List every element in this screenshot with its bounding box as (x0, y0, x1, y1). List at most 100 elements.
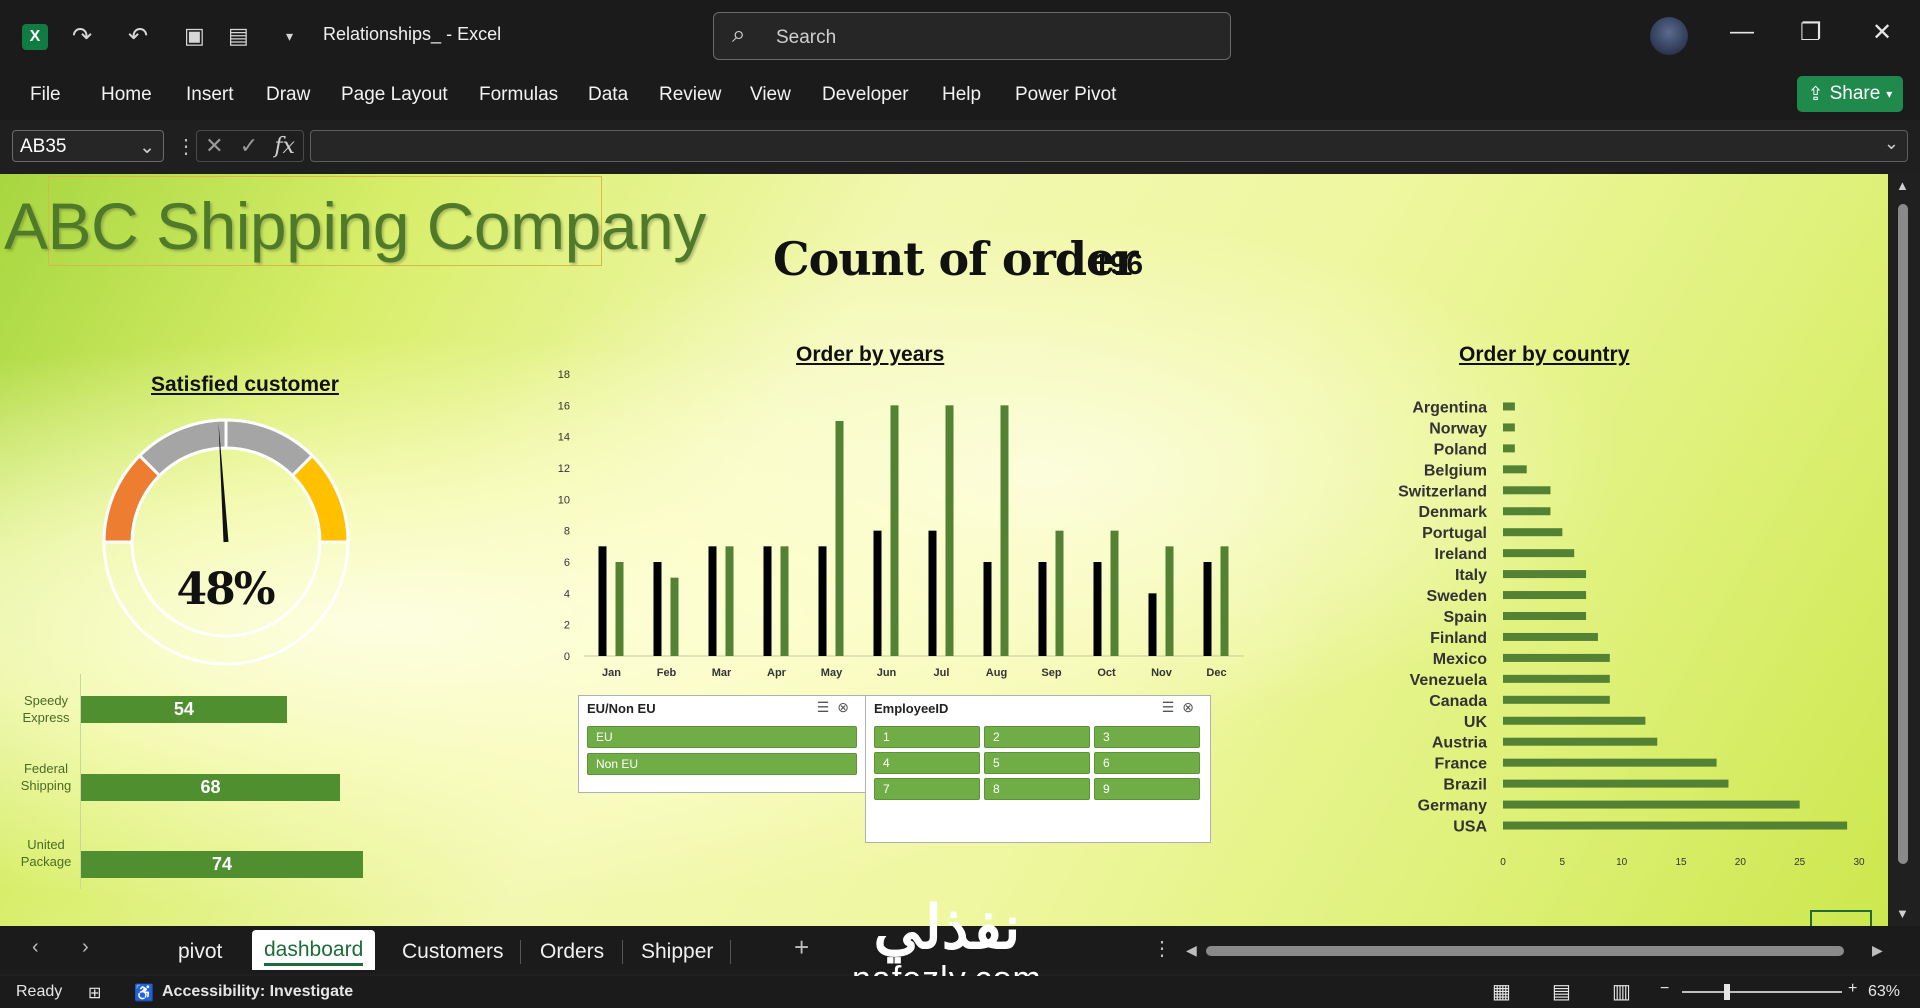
y-category-label: Denmark (1419, 504, 1488, 521)
sheet-tab-orders[interactable]: Orders (540, 940, 604, 964)
dashboard-sheet[interactable]: ABC Shipping Company Count of order 196 … (0, 174, 1888, 926)
scroll-up-icon[interactable]: ▲ (1896, 178, 1909, 193)
share-button[interactable]: ⇪ Share ▾ (1797, 76, 1903, 112)
name-box[interactable]: AB35 ⌄ (12, 130, 164, 162)
zoom-in-icon[interactable]: + (1848, 980, 1857, 998)
accessibility-icon[interactable]: ♿ (134, 983, 154, 1003)
redo-icon[interactable]: ↷ (72, 20, 92, 52)
y-tick-label: 18 (558, 369, 570, 381)
y-category-label: Portugal (1422, 525, 1487, 542)
slicer-employee-id[interactable]: EmployeeID ☰⊗ 1 2 3 4 5 6 7 8 9 (865, 695, 1211, 843)
order-by-country-chart[interactable]: Argentina Norway Poland Belgium Switzerland D… (1370, 396, 1870, 876)
zoom-slider-thumb[interactable] (1724, 984, 1730, 1000)
more-options-icon[interactable]: ⋮ (176, 134, 196, 159)
prev-sheet-icon[interactable]: ‹ (32, 936, 39, 959)
multi-select-icon[interactable]: ☰ (817, 699, 838, 715)
status-ready: Ready (16, 983, 63, 1000)
search-placeholder: Search (776, 27, 837, 48)
more-options-icon[interactable]: ⋮ (1152, 936, 1172, 961)
page-layout-view-icon[interactable]: ▤ (1552, 979, 1571, 1004)
tab-developer[interactable]: Developer (822, 84, 909, 106)
cancel-icon[interactable]: ✕ (205, 133, 223, 159)
avatar[interactable] (1650, 17, 1688, 55)
customize-toolbar-icon[interactable]: ▾ (286, 20, 293, 52)
x-tick-label: 0 (1500, 857, 1506, 868)
clear-filter-icon[interactable]: ⊗ (837, 699, 857, 715)
gauge-segment-yellow (290, 453, 350, 544)
form-icon[interactable]: ▤ (228, 20, 249, 52)
undo-icon[interactable]: ↶ (128, 20, 148, 52)
multi-select-icon[interactable]: ☰ (1162, 699, 1183, 715)
slicer-item-employee[interactable]: 3 (1094, 726, 1200, 748)
slicer-item-employee[interactable]: 7 (874, 778, 980, 800)
sheet-tab-dashboard[interactable]: dashboard (252, 930, 376, 970)
slicer-item-eu[interactable]: EU (587, 726, 857, 748)
save-icon[interactable]: ▣ (184, 20, 205, 52)
chart-bar (1503, 612, 1587, 620)
chart-bar (1038, 562, 1047, 656)
scroll-left-icon[interactable]: ◀ (1186, 942, 1197, 959)
slicer-item-employee[interactable]: 1 (874, 726, 980, 748)
formula-input[interactable]: ⌄ (310, 130, 1908, 162)
clear-filter-icon[interactable]: ⊗ (1182, 699, 1202, 715)
tab-formulas[interactable]: Formulas (479, 84, 558, 106)
sheet-tab-pivot[interactable]: pivot (178, 940, 222, 964)
vertical-scrollbar[interactable]: ▲ ▼ (1888, 174, 1920, 926)
enter-icon[interactable]: ✓ (240, 133, 258, 159)
page-break-view-icon[interactable]: ▥ (1612, 979, 1631, 1004)
y-category-label: Sweden (1427, 588, 1487, 605)
add-sheet-icon[interactable]: + (794, 932, 809, 963)
watermark-arabic: نفذلي (873, 894, 1021, 961)
scroll-thumb[interactable] (1898, 204, 1908, 864)
sheet-tab-customers[interactable]: Customers (402, 940, 504, 964)
zoom-level[interactable]: 63% (1868, 983, 1900, 1001)
gauge-segment-gray-left (137, 418, 228, 478)
zoom-out-icon[interactable]: − (1660, 980, 1669, 998)
tab-file[interactable]: File (30, 84, 61, 106)
slicer-item-employee[interactable]: 4 (874, 752, 980, 774)
expand-formula-icon[interactable]: ⌄ (1884, 133, 1899, 154)
tab-draw[interactable]: Draw (266, 84, 310, 106)
slicer-controls: ☰⊗ (817, 699, 857, 716)
restore-icon[interactable]: ❐ (1800, 18, 1822, 47)
x-tick-label: 15 (1675, 857, 1687, 868)
tab-home[interactable]: Home (101, 84, 152, 106)
tab-insert[interactable]: Insert (186, 84, 234, 106)
chart-bar (615, 562, 624, 656)
insert-function-icon[interactable]: fx (274, 134, 295, 159)
company-title[interactable]: ABC Shipping Company (4, 188, 706, 264)
sheet-tab-shipper[interactable]: Shipper (641, 940, 713, 964)
zoom-slider[interactable] (1682, 991, 1842, 993)
y-category-label: Brazil (1443, 777, 1487, 794)
slicer-item-employee[interactable]: 8 (984, 778, 1090, 800)
chart-bar (873, 530, 882, 656)
minimize-icon[interactable]: — (1730, 18, 1754, 46)
tab-help[interactable]: Help (942, 84, 981, 106)
macro-recording-icon[interactable]: ⊞ (88, 983, 101, 1003)
y-category-label: Switzerland (1398, 483, 1487, 500)
search-box[interactable]: ⌕ Search (713, 12, 1231, 60)
slicer-item-employee[interactable]: 9 (1094, 778, 1200, 800)
next-sheet-icon[interactable]: › (82, 936, 89, 959)
slicer-eu-non-eu[interactable]: EU/Non EU ☰⊗ EU Non EU (578, 695, 866, 793)
scroll-right-icon[interactable]: ▶ (1872, 942, 1883, 959)
slicer-item-employee[interactable]: 2 (984, 726, 1090, 748)
slicer-item-employee[interactable]: 5 (984, 752, 1090, 774)
order-by-years-chart[interactable]: 0 2 4 6 8 10 12 14 16 18 Jan Feb Mar Apr May Jun Jul Aug S… (540, 364, 1260, 684)
horizontal-scrollbar[interactable] (1206, 946, 1844, 956)
slicer-item-non-eu[interactable]: Non EU (587, 753, 857, 775)
tab-power-pivot[interactable]: Power Pivot (1015, 84, 1116, 106)
chart-bar (983, 562, 992, 656)
y-tick-label: 0 (564, 651, 570, 663)
scroll-down-icon[interactable]: ▼ (1896, 906, 1909, 921)
normal-view-icon[interactable]: ▦ (1492, 979, 1511, 1004)
accessibility-status[interactable]: Accessibility: Investigate (162, 983, 353, 1001)
slicer-item-employee[interactable]: 6 (1094, 752, 1200, 774)
chart-bar (1503, 591, 1587, 600)
tab-view[interactable]: View (750, 84, 791, 106)
x-tick-label: Jun (877, 667, 897, 679)
tab-data[interactable]: Data (588, 84, 628, 106)
tab-page-layout[interactable]: Page Layout (341, 84, 448, 106)
close-icon[interactable]: ✕ (1872, 18, 1892, 47)
tab-review[interactable]: Review (659, 84, 721, 106)
